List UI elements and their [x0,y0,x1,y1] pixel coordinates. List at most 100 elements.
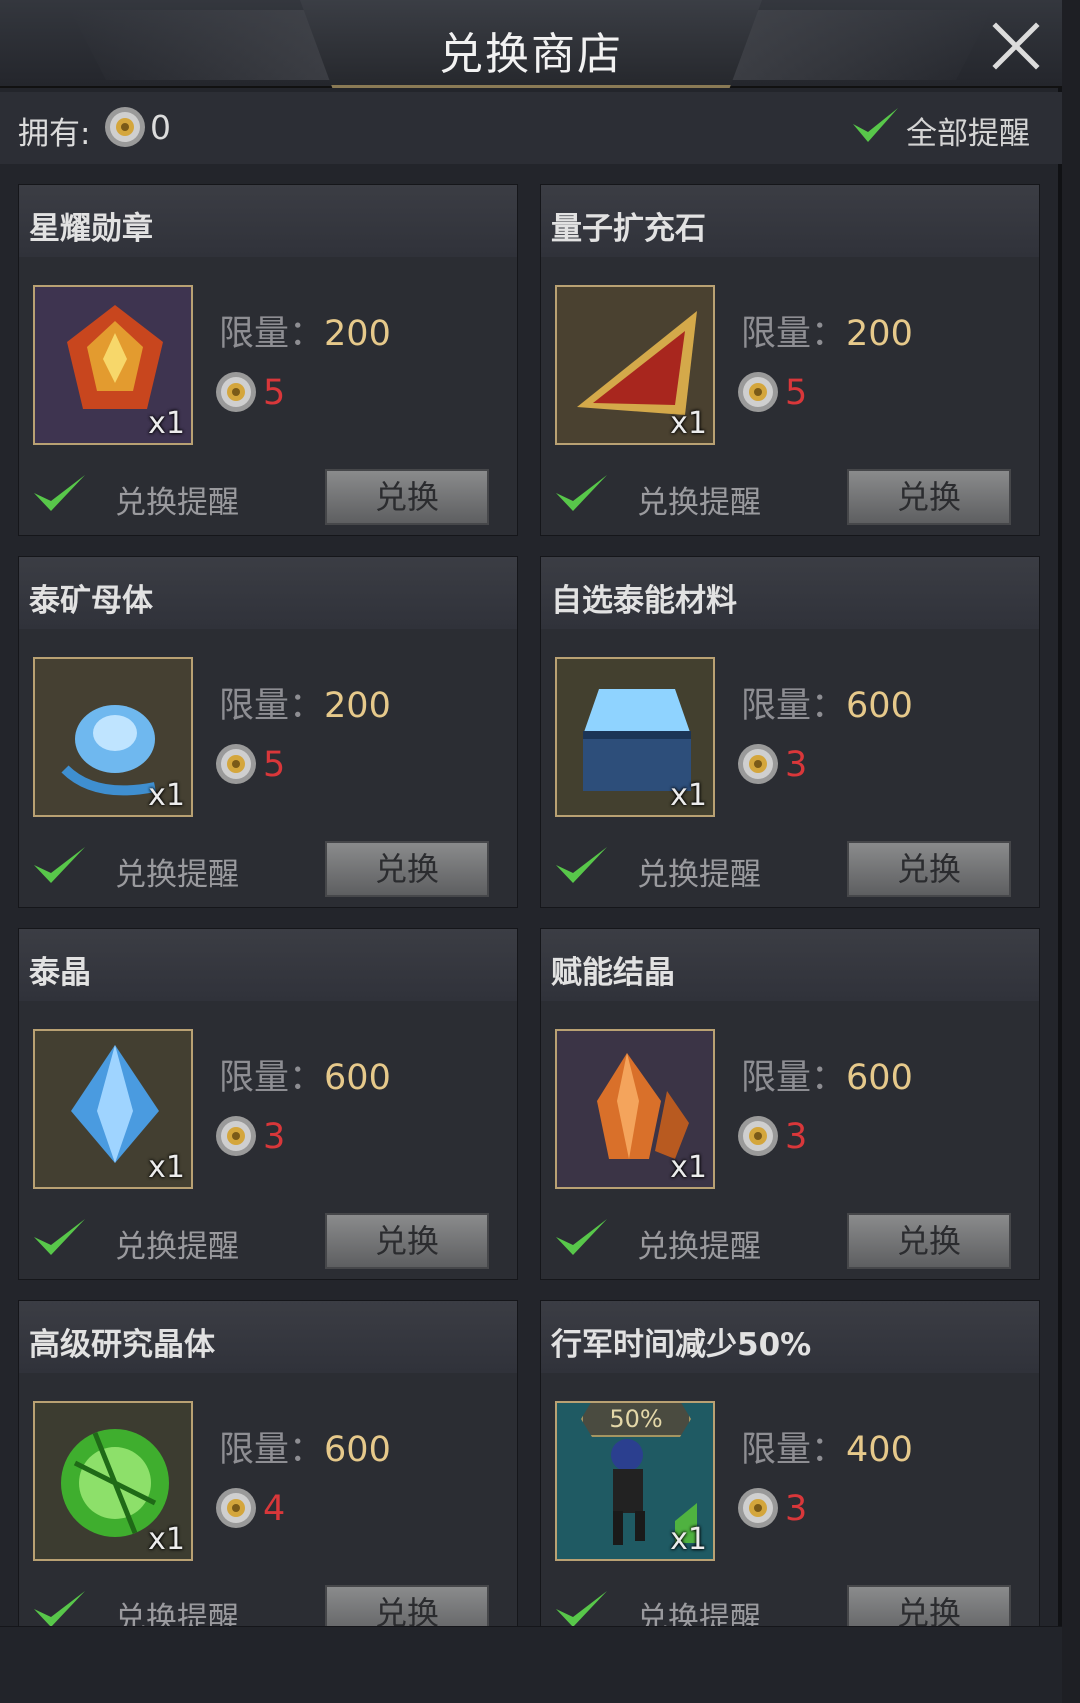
cost-value: 3 [785,1117,808,1157]
limit-separator: ： [289,1430,325,1470]
cost-value: 3 [785,1489,808,1529]
exchange-button[interactable]: 兑换 [847,1585,1011,1626]
owned-count: 0 [150,108,171,147]
exchange-button[interactable]: 兑换 [847,841,1011,897]
exchange-button[interactable]: 兑换 [847,1213,1011,1269]
all-remind-toggle[interactable]: 全部提醒 [850,102,1050,154]
cost-value: 3 [263,1117,286,1157]
exchange-card: 赋能结晶 x1 限量：600 3 兑换提醒 兑换 [540,928,1040,1280]
limit-text: 限量：600 [219,1049,391,1100]
header-bar: 兑换商店 [0,0,1062,88]
exchange-remind-toggle[interactable]: 兑换提醒 [553,1213,763,1265]
limit-label: 限量 [741,1058,812,1098]
check-icon [31,1215,87,1265]
exchange-remind-toggle[interactable]: 兑换提醒 [31,1213,241,1265]
bottom-strip [0,1626,1062,1703]
item-quantity: x1 [670,1150,707,1185]
item-name: 高级研究晶体 [19,1301,517,1373]
limit-separator: ： [289,314,325,354]
cost-value: 5 [263,745,286,785]
blue-crystal-icon[interactable]: x1 [33,1029,193,1189]
close-icon [992,22,1040,70]
exchange-button[interactable]: 兑换 [325,469,489,525]
item-name: 自选泰能材料 [541,557,1039,629]
limit-separator: ： [289,686,325,726]
item-quantity: x1 [148,406,185,441]
limit-text: 限量：600 [741,1049,913,1100]
limit-value: 600 [846,1058,913,1098]
coin-icon [215,1115,257,1161]
exchange-button[interactable]: 兑换 [325,841,489,897]
exchange-card: 行军时间减少50% 50% x1 限量：400 3 兑换提醒 兑换 [540,1300,1040,1626]
orange-crystal-icon[interactable]: x1 [555,1029,715,1189]
page-title: 兑换商店 [439,29,623,80]
item-quantity: x1 [148,1150,185,1185]
item-name: 泰矿母体 [19,557,517,629]
limit-text: 限量：200 [219,305,391,356]
exchange-card: 星耀勋章 x1 限量：200 5 兑换提醒 兑换 [18,184,518,536]
limit-text: 限量：400 [741,1421,913,1472]
limit-label: 限量 [219,1058,290,1098]
limit-separator: ： [811,686,847,726]
limit-separator: ： [811,1058,847,1098]
check-icon [31,471,87,521]
exchange-shop-window: 兑换商店 拥有: 0 全部提醒 星耀勋章 x1 限量：200 5 兑换提醒 兑换 量子扩充石… [0,0,1062,1703]
owned-label: 拥有: [18,116,91,152]
exchange-remind-toggle[interactable]: 兑换提醒 [553,469,763,521]
exchange-remind-toggle[interactable]: 兑换提醒 [31,469,241,521]
limit-label: 限量 [741,314,812,354]
exchange-button[interactable]: 兑换 [325,1585,489,1626]
exchange-remind-toggle[interactable]: 兑换提醒 [31,841,241,893]
check-icon [553,1215,609,1265]
check-icon [553,1587,609,1626]
limit-label: 限量 [219,314,290,354]
exchange-button[interactable]: 兑换 [847,469,1011,525]
limit-text: 限量：200 [219,677,391,728]
percent-badge: 50% [581,1403,691,1437]
cost-value: 3 [785,745,808,785]
cost-value: 5 [785,373,808,413]
coin-icon [737,743,779,789]
item-quantity: x1 [670,406,707,441]
limit-value: 200 [846,314,913,354]
limit-label: 限量 [741,1430,812,1470]
coin-icon [737,371,779,417]
ore-matrix-icon[interactable]: x1 [33,657,193,817]
check-icon [31,843,87,893]
check-icon [850,104,900,152]
exchange-card: 量子扩充石 x1 限量：200 5 兑换提醒 兑换 [540,184,1040,536]
item-name: 泰晶 [19,929,517,1001]
exchange-card: 高级研究晶体 x1 限量：600 4 兑换提醒 兑换 [18,1300,518,1626]
limit-separator: ： [811,314,847,354]
coin-icon [215,743,257,789]
limit-value: 600 [324,1430,391,1470]
exchange-item-list[interactable]: 星耀勋章 x1 限量：200 5 兑换提醒 兑换 量子扩充石 x1 限量：200 5 兑换提醒 兑换泰… [0,164,1062,1626]
remind-label: 兑换提醒 [637,857,761,893]
limit-value: 600 [324,1058,391,1098]
exchange-remind-toggle[interactable]: 兑换提醒 [553,1585,763,1626]
item-name: 行军时间减少50% [541,1301,1039,1373]
remind-label: 兑换提醒 [637,1601,761,1626]
limit-label: 限量 [219,686,290,726]
exchange-remind-toggle[interactable]: 兑换提醒 [31,1585,241,1626]
star-medal-icon[interactable]: x1 [33,285,193,445]
green-orb-icon[interactable]: x1 [33,1401,193,1561]
cost-value: 4 [263,1489,286,1529]
marching-soldier-icon[interactable]: 50% x1 [555,1401,715,1561]
item-name: 量子扩充石 [541,185,1039,257]
item-quantity: x1 [148,1522,185,1557]
exchange-button[interactable]: 兑换 [325,1213,489,1269]
exchange-remind-toggle[interactable]: 兑换提醒 [553,841,763,893]
item-quantity: x1 [670,1522,707,1557]
exchange-card: 泰晶 x1 限量：600 3 兑换提醒 兑换 [18,928,518,1280]
quantum-stone-icon[interactable]: x1 [555,285,715,445]
exchange-card: 自选泰能材料 x1 限量：600 3 兑换提醒 兑换 [540,556,1040,908]
remind-label: 兑换提醒 [637,1229,761,1265]
close-button[interactable] [990,20,1042,72]
remind-label: 兑换提醒 [637,485,761,521]
limit-separator: ： [811,1430,847,1470]
material-chest-icon[interactable]: x1 [555,657,715,817]
coin-icon [215,371,257,417]
limit-text: 限量：600 [219,1421,391,1472]
cost-value: 5 [263,373,286,413]
